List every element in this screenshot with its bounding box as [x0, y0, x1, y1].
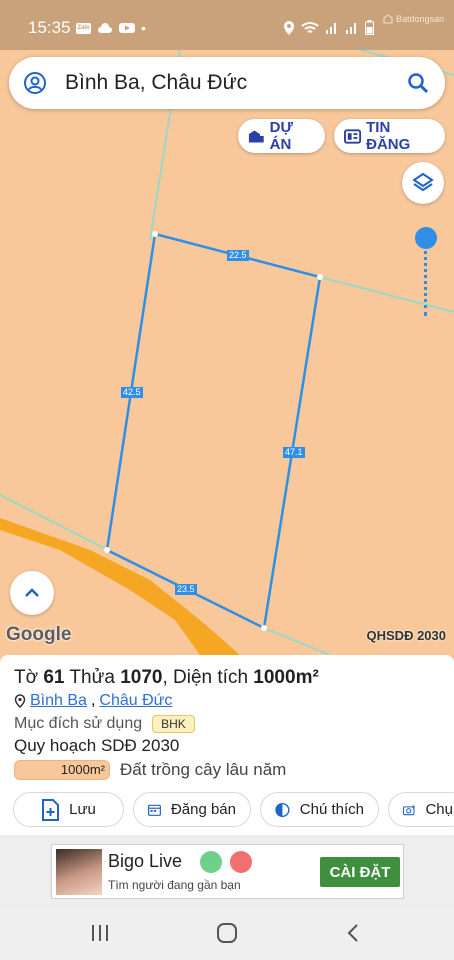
save-label: Lưu: [69, 801, 96, 818]
district-link[interactable]: Châu Đức: [99, 692, 172, 710]
vertex: [104, 547, 110, 553]
area-label: , Diện tích: [162, 667, 254, 688]
listing-icon: [344, 128, 362, 144]
youtube-icon: [119, 23, 135, 33]
dimension-label: 22.5: [227, 250, 249, 261]
legend-button[interactable]: Chú thích: [260, 792, 379, 827]
calendar-icon: [148, 804, 161, 816]
capture-label: Chụ: [425, 801, 453, 818]
layer-name: QHSDĐ 2030: [366, 628, 446, 643]
building-icon: [248, 130, 264, 143]
system-icons: [283, 20, 374, 35]
contrast-icon: [275, 802, 290, 817]
google-logo: Google: [6, 624, 72, 645]
call-icon: [200, 851, 222, 873]
sheet-label: Tờ: [14, 667, 44, 688]
area-value: 1000m²: [253, 667, 319, 688]
parcel-boundary: [105, 232, 322, 630]
ad-avatar: [56, 849, 102, 895]
capture-button[interactable]: Chụ: [388, 792, 454, 827]
purpose-badge: BHK: [152, 715, 195, 733]
action-bar: Lưu Đăng bán Chú thích Chụ: [13, 792, 454, 827]
navigation-bar: [0, 907, 454, 960]
chevron-up-icon: [25, 588, 39, 597]
cloud-icon: [98, 23, 112, 33]
dimension-label: 47.1: [283, 447, 305, 458]
back-icon[interactable]: [342, 921, 366, 945]
road-line: [263, 627, 331, 655]
ad-title: Bigo Live: [108, 851, 183, 871]
user-icon[interactable]: [23, 71, 47, 95]
vertex: [317, 274, 323, 280]
plan-title: Quy hoạch SDĐ 2030: [14, 736, 180, 755]
ad-subtitle: Tìm người đang gần bạn: [108, 878, 241, 892]
parcel-info-panel: Tờ 61 Thửa 1070, Diện tích 1000m² Bình B…: [0, 655, 454, 835]
signal-icon-2: [346, 22, 356, 34]
map-pin-icon: [14, 694, 26, 708]
dimension-label: 42.5: [121, 387, 143, 398]
parcel-number: 1070: [120, 667, 163, 688]
post-sale-button[interactable]: Đăng bán: [133, 792, 251, 827]
opacity-slider-track[interactable]: [424, 244, 427, 316]
parcel-title: Tờ 61 Thửa 1070, Diện tích 1000m²: [14, 667, 319, 689]
battery-icon: [365, 20, 374, 35]
ward-link[interactable]: Bình Ba: [30, 692, 87, 710]
recent-apps-icon[interactable]: [88, 921, 112, 945]
parcel-label: Thửa: [64, 667, 121, 688]
listings-chip[interactable]: TIN ĐĂNG: [334, 119, 445, 153]
search-input[interactable]: Bình Ba, Châu Đức: [65, 71, 407, 95]
watermark-text: Batdongsan: [395, 14, 444, 24]
location-line: Bình Ba, Châu Đức: [14, 692, 172, 710]
location-icon: [284, 20, 294, 35]
install-button[interactable]: CÀI ĐẶT: [320, 857, 400, 887]
vertex: [152, 231, 158, 237]
sheet-number: 61: [43, 667, 65, 688]
vertex: [261, 625, 267, 631]
plan-area-desc: Đất trồng cây lâu năm: [120, 760, 287, 779]
ad-banner-area: Bigo Live Tìm người đang gần bạn CÀI ĐẶT: [0, 835, 454, 907]
land-purpose: Mục đích sử dụng BHK: [14, 715, 195, 733]
projects-chip[interactable]: DỰ ÁN: [238, 119, 325, 153]
opacity-slider-handle[interactable]: [415, 227, 437, 249]
layers-button[interactable]: [402, 162, 444, 204]
listings-label: TIN ĐĂNG: [366, 119, 411, 153]
post-sale-label: Đăng bán: [170, 801, 236, 818]
purpose-label: Mục đích sử dụng: [14, 715, 143, 732]
house-logo-icon: [383, 14, 393, 24]
add-file-icon: [42, 798, 60, 821]
legend-label: Chú thích: [299, 801, 364, 818]
status-bar: 15:35 Zalo • Batdongsan: [0, 0, 454, 50]
zalo-icon: Zalo: [76, 22, 91, 34]
status-time: 15:35: [28, 18, 71, 37]
ad-banner[interactable]: Bigo Live Tìm người đang gần bạn CÀI ĐẶT: [51, 844, 404, 899]
expand-button[interactable]: [10, 571, 54, 615]
dimension-label: 23.5: [175, 584, 197, 595]
separator: ,: [90, 692, 96, 709]
search-icon[interactable]: [407, 72, 429, 94]
save-button[interactable]: Lưu: [13, 792, 124, 827]
signal-icon: [326, 22, 336, 34]
dot-icon: •: [141, 20, 146, 36]
home-icon[interactable]: [215, 921, 239, 945]
plan-area-value: 1000m²: [14, 760, 110, 780]
notification-icons: Zalo •: [76, 20, 146, 36]
projects-label: DỰ ÁN: [269, 119, 293, 153]
camera-icon: [403, 804, 415, 815]
wifi-icon: [301, 21, 319, 33]
plan-area-row: 1000m² Đất trồng cây lâu năm: [14, 760, 286, 780]
watermark: Batdongsan: [383, 14, 444, 24]
layers-icon: [412, 172, 434, 192]
hang-up-icon: [230, 851, 252, 873]
road-line: [319, 276, 454, 313]
search-bar[interactable]: Bình Ba, Châu Đức: [9, 57, 445, 109]
